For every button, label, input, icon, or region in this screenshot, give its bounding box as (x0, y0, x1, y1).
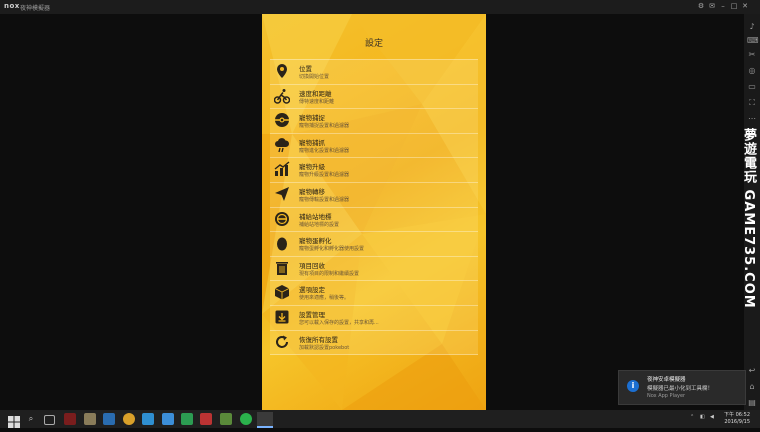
recent-apps-icon[interactable]: ▤ (747, 398, 757, 408)
home-icon[interactable]: ⌂ (747, 382, 757, 392)
nox-taskbar-icon[interactable] (257, 412, 273, 428)
network-icon[interactable]: ◧ (700, 414, 705, 420)
settings-item-manage[interactable]: 設置管理 您可以載入保存的設置，共享和再... (270, 305, 478, 331)
pokestop-icon (274, 211, 290, 227)
page-title: 設定 (364, 39, 383, 49)
trend-up-icon (274, 161, 290, 177)
info-icon: i (627, 380, 639, 392)
title-bar: nox 夜神模擬器 ⚙ ✉ – □ ✕ (0, 0, 760, 14)
chrome-icon[interactable] (123, 413, 135, 425)
mail-icon[interactable]: ✉ (708, 2, 716, 11)
notification-message: 模擬器已最小化到工具欄！ (647, 386, 714, 392)
settings-item-recycle[interactable]: 項目回收 現有項目的限制和繼續設置 (270, 256, 478, 282)
notification-source: Nox App Player (647, 393, 686, 399)
settings-item-egg[interactable]: 寵物蛋孵化 寵物蛋孵化和孵化器使用設置 (270, 232, 478, 257)
settings-item-restore[interactable]: 恢復所有設置 加載默認設置pokebot (270, 330, 478, 356)
settings-item-pokestop[interactable]: 補給站地標 補給站地標的設置 (270, 207, 478, 233)
taskbar-app-3-icon[interactable] (103, 413, 115, 425)
watermark: 夢遊電玩 GAME735.COM (741, 128, 756, 309)
refresh-icon (274, 334, 290, 350)
minimize-icon[interactable]: – (719, 2, 727, 11)
paper-plane-icon (274, 186, 290, 202)
volume-tray-icon[interactable]: ◀ (710, 414, 714, 420)
pokeball-icon (274, 112, 290, 128)
filezilla-icon[interactable] (200, 413, 212, 425)
taskbar-app-6-icon[interactable] (162, 413, 174, 425)
fullscreen-icon[interactable]: ⛶ (747, 98, 757, 108)
settings-item-location[interactable]: 位置 切換開始位置 (270, 59, 478, 85)
settings-item-transfer[interactable]: 寵物轉移 寵物傳輸設置和過濾器 (270, 182, 478, 208)
keyboard-icon[interactable]: ⌨ (747, 36, 759, 46)
more-icon[interactable]: ⋯ (747, 114, 757, 124)
settings-icon[interactable]: ⚙ (697, 2, 705, 11)
windows-start-icon[interactable] (8, 413, 20, 428)
settings-item-options[interactable]: 選項設定 使用來適應，稍後等。 (270, 281, 478, 306)
cloud-icon (274, 137, 290, 153)
taskbar: ⌕ ⌃ ◧ ◀ 下午 06:52 2016/9/15 (0, 410, 760, 428)
egg-icon (274, 235, 290, 251)
tray-up-icon[interactable]: ⌃ (690, 414, 694, 420)
android-screen: 設定 位置 切換開始位置 速度和距離 傳特速度和距離 寵物捕捉 寵物捕捉設置和過… (262, 14, 486, 410)
volume-icon[interactable]: ♪ (747, 22, 757, 32)
line-icon[interactable] (240, 413, 252, 425)
notification-toast[interactable]: i 夜神安卓模擬器 模擬器已最小化到工具欄！ Nox App Player (618, 370, 746, 405)
settings-item-upgrade[interactable]: 寵物升級 寵物升級設置和過濾器 (270, 158, 478, 183)
taskbar-app-7-icon[interactable] (181, 413, 193, 425)
settings-item-speed[interactable]: 速度和距離 傳特速度和距離 (270, 84, 478, 110)
location-icon[interactable]: ◎ (747, 66, 757, 76)
window-title: 夜神模擬器 (20, 5, 51, 12)
screen-icon[interactable]: ▭ (747, 82, 757, 92)
taskbar-app-9-icon[interactable] (220, 413, 232, 425)
clock[interactable]: 下午 06:52 2016/9/15 (724, 412, 750, 426)
taskbar-app-1-icon[interactable] (64, 413, 76, 425)
download-icon (274, 309, 290, 325)
close-icon[interactable]: ✕ (741, 2, 749, 11)
nox-logo: nox (4, 2, 20, 10)
trash-icon (274, 260, 290, 276)
settings-item-evolve[interactable]: 寵物捕抓 寵物進化設置和過濾器 (270, 133, 478, 159)
scissors-icon[interactable]: ✂ (747, 50, 757, 60)
settings-item-catch[interactable]: 寵物捕捉 寵物捕捉設置和過濾器 (270, 109, 478, 134)
cyclist-icon (274, 88, 290, 104)
task-view-icon[interactable] (44, 415, 55, 425)
taskbar-app-5-icon[interactable] (142, 413, 154, 425)
back-icon[interactable]: ↩ (747, 366, 757, 376)
box-icon (274, 284, 290, 300)
map-pin-icon (274, 63, 290, 79)
notification-title: 夜神安卓模擬器 (647, 377, 686, 383)
settings-menu: 位置 切換開始位置 速度和距離 傳特速度和距離 寵物捕捉 寵物捕捉設置和過濾器 … (270, 59, 478, 356)
maximize-icon[interactable]: □ (730, 2, 738, 11)
taskbar-app-2-icon[interactable] (84, 413, 96, 425)
search-icon[interactable]: ⌕ (25, 413, 37, 425)
